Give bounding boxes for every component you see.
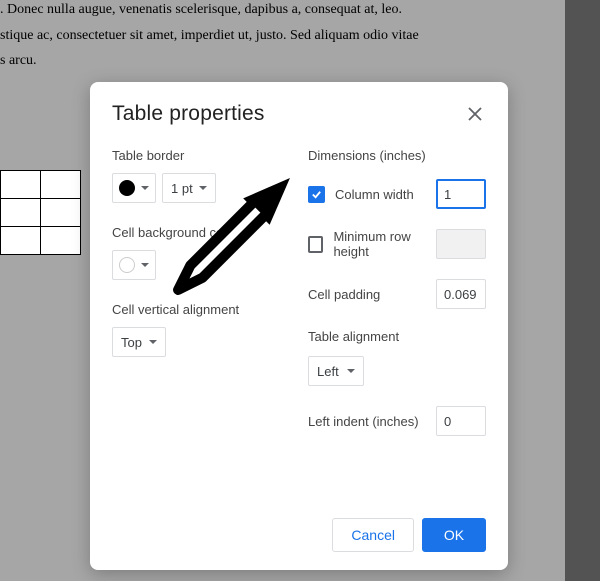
column-width-label: Column width xyxy=(335,187,414,202)
chevron-down-icon xyxy=(347,369,355,373)
border-width-dropdown[interactable]: 1 pt xyxy=(162,173,216,203)
color-swatch-icon xyxy=(119,180,135,196)
vertical-alignment-value: Top xyxy=(121,335,142,350)
cell-background-dropdown[interactable] xyxy=(112,250,156,280)
check-icon xyxy=(311,189,322,200)
table-alignment-heading: Table alignment xyxy=(308,329,486,344)
border-width-value: 1 pt xyxy=(171,181,193,196)
dimensions-heading: Dimensions (inches) xyxy=(308,148,486,163)
vertical-alignment-dropdown[interactable]: Top xyxy=(112,327,166,357)
column-width-checkbox[interactable] xyxy=(308,186,325,203)
table-properties-dialog: Table properties Table border 1 pt xyxy=(90,82,508,570)
table-alignment-dropdown[interactable]: Left xyxy=(308,356,364,386)
left-indent-input[interactable] xyxy=(436,406,486,436)
column-width-input[interactable] xyxy=(436,179,486,209)
row-height-checkbox[interactable] xyxy=(308,236,323,253)
cell-padding-input[interactable] xyxy=(436,279,486,309)
row-height-label: Minimum row height xyxy=(333,229,436,259)
chevron-down-icon xyxy=(149,340,157,344)
chevron-down-icon xyxy=(141,186,149,190)
background-table xyxy=(0,170,81,255)
right-column: Dimensions (inches) Column width Minimum… xyxy=(308,148,486,456)
cancel-button[interactable]: Cancel xyxy=(332,518,414,552)
row-height-input xyxy=(436,229,486,259)
color-swatch-icon xyxy=(119,257,135,273)
table-alignment-value: Left xyxy=(317,364,339,379)
table-border-label: Table border xyxy=(112,148,290,163)
cell-vertical-alignment-label: Cell vertical alignment xyxy=(112,302,290,317)
close-button[interactable] xyxy=(464,103,486,125)
ok-button[interactable]: OK xyxy=(422,518,486,552)
left-indent-label: Left indent (inches) xyxy=(308,414,419,429)
cell-background-label: Cell background co xyxy=(112,225,290,240)
ok-label: OK xyxy=(444,527,464,543)
left-column: Table border 1 pt Cell background co xyxy=(112,148,290,456)
cancel-label: Cancel xyxy=(351,527,395,543)
cell-padding-label: Cell padding xyxy=(308,287,380,302)
border-color-dropdown[interactable] xyxy=(112,173,156,203)
close-icon xyxy=(468,107,482,121)
dialog-title: Table properties xyxy=(112,102,265,126)
chevron-down-icon xyxy=(199,186,207,190)
chevron-down-icon xyxy=(141,263,149,267)
